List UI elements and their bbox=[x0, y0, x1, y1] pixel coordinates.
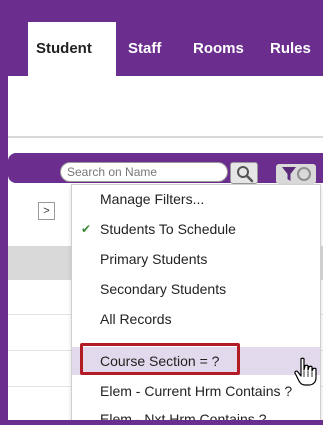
filter-button[interactable] bbox=[276, 164, 316, 184]
app-window: Student Staff Rooms Rules Search on Name… bbox=[8, 22, 323, 420]
menu-item-label: Manage Filters... bbox=[100, 191, 205, 207]
menu-item-all-records[interactable]: All Records bbox=[72, 305, 320, 333]
search-input[interactable]: Search on Name bbox=[60, 162, 228, 182]
expand-row-button[interactable]: > bbox=[38, 202, 55, 220]
menu-item-elem-current-hrm[interactable]: Elem - Current Hrm Contains ? bbox=[72, 377, 320, 405]
search-button[interactable] bbox=[230, 162, 258, 184]
menu-item-elem-nxt-hrm[interactable]: Elem - Nxt Hrm Contains ? bbox=[72, 405, 320, 420]
filter-dropdown-menu: Manage Filters... ✔ Students To Schedule… bbox=[71, 184, 321, 420]
menu-item-label: Primary Students bbox=[100, 251, 208, 267]
search-placeholder: Search on Name bbox=[67, 165, 158, 179]
tab-rules[interactable]: Rules bbox=[270, 22, 311, 76]
tab-student[interactable]: Student bbox=[28, 22, 116, 76]
menu-item-students-to-schedule[interactable]: ✔ Students To Schedule bbox=[72, 215, 320, 243]
menu-item-manage-filters[interactable]: Manage Filters... bbox=[72, 185, 320, 213]
tab-rooms[interactable]: Rooms bbox=[193, 22, 244, 76]
menu-item-label: All Records bbox=[100, 311, 172, 327]
hand-pointer-cursor-icon bbox=[294, 357, 317, 386]
menu-item-label: Secondary Students bbox=[100, 281, 227, 297]
tab-staff[interactable]: Staff bbox=[128, 22, 161, 76]
menu-item-label: Elem - Current Hrm Contains ? bbox=[100, 383, 293, 399]
highlight-annotation-box bbox=[80, 343, 240, 375]
filter-funnel-icon bbox=[282, 167, 311, 181]
magnifier-icon bbox=[237, 166, 254, 183]
menu-item-label: Students To Schedule bbox=[100, 221, 236, 237]
menu-item-label: Elem - Nxt Hrm Contains ? bbox=[100, 411, 267, 420]
menu-item-primary-students[interactable]: Primary Students bbox=[72, 245, 320, 273]
divider bbox=[8, 136, 323, 138]
tab-bar: Student Staff Rooms Rules bbox=[8, 22, 323, 76]
menu-item-secondary-students[interactable]: Secondary Students bbox=[72, 275, 320, 303]
tab-content-area bbox=[8, 76, 323, 136]
checkmark-icon: ✔ bbox=[81, 222, 92, 236]
